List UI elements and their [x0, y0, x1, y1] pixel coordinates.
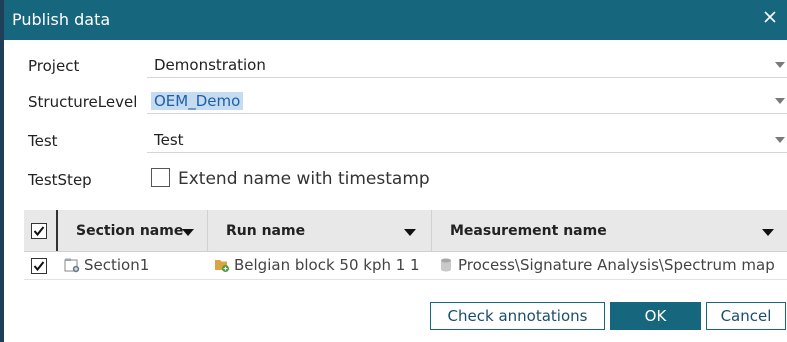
test-value: Test [154, 131, 184, 149]
table-row[interactable]: Section1 Belgian block 50 kph 1 1 Proces… [24, 252, 787, 280]
chevron-down-icon[interactable] [775, 137, 785, 143]
extend-name-checkbox[interactable] [151, 168, 170, 187]
grid-header: Section name Run name Measurement name [24, 210, 787, 252]
extend-name-label[interactable]: Extend name with timestamp [178, 169, 430, 189]
test-step-label: TestStep [28, 171, 92, 189]
cancel-button[interactable]: Cancel [706, 302, 786, 330]
check-annotations-button[interactable]: Check annotations [430, 302, 605, 330]
column-label-run-name: Run name [226, 223, 306, 239]
publish-data-dialog: Publish data Project Demonstration Struc… [4, 0, 787, 342]
column-header-section-name[interactable]: Section name [58, 210, 207, 251]
section-icon [64, 257, 80, 273]
chevron-down-icon[interactable] [775, 62, 785, 68]
section-name-text: Section1 [84, 256, 150, 274]
test-row: Test Test [4, 128, 787, 154]
dropdown-icon[interactable] [404, 229, 416, 236]
run-name-text: Belgian block 50 kph 1 1 [234, 256, 420, 274]
cell-run-name[interactable]: Belgian block 50 kph 1 1 [208, 252, 431, 279]
measurement-name-text: Process\Signature Analysis\Spectrum map [458, 256, 775, 274]
row-checkbox[interactable] [31, 258, 47, 274]
test-dropdown[interactable]: Test [147, 128, 787, 153]
chevron-down-icon[interactable] [775, 98, 785, 104]
dialog-titlebar: Publish data [4, 0, 787, 40]
run-folder-icon [214, 257, 230, 273]
ok-button[interactable]: OK [610, 302, 701, 330]
project-dropdown[interactable]: Demonstration [147, 53, 787, 78]
project-value: Demonstration [154, 56, 266, 74]
project-row: Project Demonstration [4, 53, 787, 79]
column-header-run-name[interactable]: Run name [208, 210, 431, 251]
structure-level-value[interactable]: OEM_Demo [151, 92, 244, 110]
database-icon [438, 257, 454, 273]
cell-measurement-name[interactable]: Process\Signature Analysis\Spectrum map [432, 252, 787, 279]
column-header-measurement-name[interactable]: Measurement name [432, 210, 787, 251]
sort-desc-icon[interactable] [182, 229, 194, 236]
test-label: Test [28, 132, 58, 150]
structure-level-dropdown[interactable]: OEM_Demo [147, 89, 787, 114]
column-label-section-name: Section name [76, 223, 184, 239]
data-grid: Section name Run name Measurement name S… [24, 210, 787, 280]
structure-level-row: StructureLevel OEM_Demo [4, 89, 787, 115]
close-icon[interactable] [761, 8, 779, 26]
select-all-checkbox[interactable] [31, 223, 47, 239]
structure-level-label: StructureLevel [28, 93, 138, 111]
test-step-row: TestStep Extend name with timestamp [4, 167, 787, 193]
dropdown-icon[interactable] [762, 229, 774, 236]
cell-section-name[interactable]: Section1 [58, 252, 207, 279]
project-label: Project [28, 57, 80, 75]
dialog-title: Publish data [12, 10, 111, 29]
column-label-measurement-name: Measurement name [450, 223, 607, 239]
